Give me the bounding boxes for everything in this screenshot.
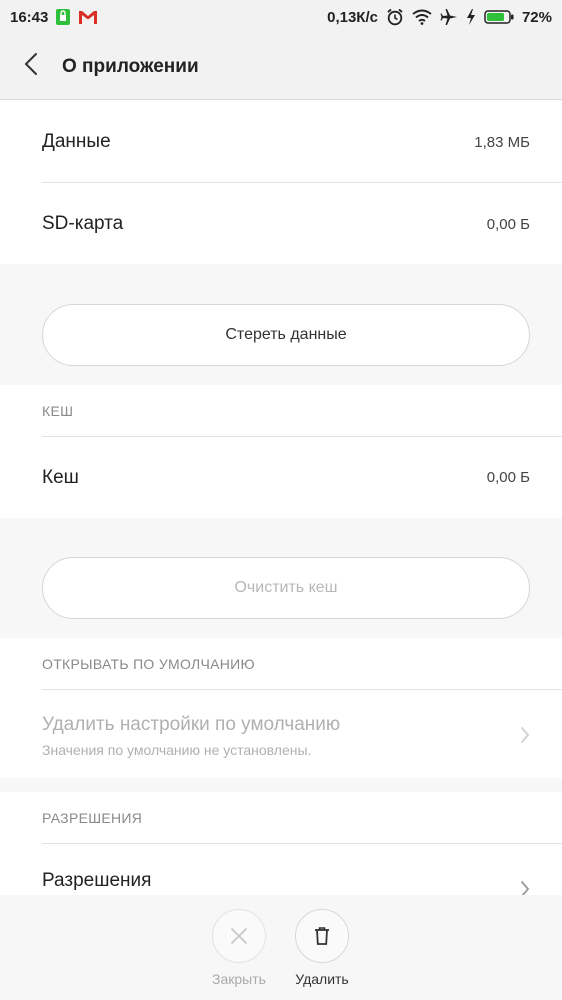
app-header: О приложении [0,34,562,100]
airplane-icon [440,8,458,26]
gmail-icon [78,10,98,25]
defaults-section-title: ОТКРЫВАТЬ ПО УМОЛЧАНИЮ [42,656,255,672]
data-row: Данные 1,83 МБ [42,101,530,183]
storage-section: Данные 1,83 МБ SD-карта 0,00 Б [0,101,562,264]
sd-card-label: SD-карта [42,213,124,234]
cache-value: 0,00 Б [486,469,530,486]
delete-label: Удалить [295,971,349,987]
cache-section-title: КЕШ [42,403,74,419]
cache-label: Кеш [42,466,79,488]
back-button[interactable] [0,34,62,100]
bottom-action-bar: Закрыть Удалить [0,895,562,1000]
permissions-item-title: Разрешения [42,870,152,891]
status-time: 16:43 [10,8,49,26]
battery-percent: 72% [521,8,552,26]
page-title: О приложении [62,55,199,77]
sim-lock-icon [56,9,71,25]
clear-defaults-title: Удалить настройки по умолчанию [42,714,341,735]
clear-defaults-subtitle: Значения по умолчанию не установлены. [42,742,312,758]
clear-defaults-item[interactable]: Удалить настройки по умолчанию Значения … [0,690,562,778]
chevron-right-icon [520,726,530,749]
close-app-button[interactable]: Закрыть [194,909,284,987]
wifi-icon [412,9,432,25]
permissions-section-title: РАЗРЕШЕНИЯ [42,810,143,826]
delete-app-button[interactable]: Удалить [277,909,367,987]
chevron-left-icon [24,52,38,81]
permissions-section: РАЗРЕШЕНИЯ Разрешения [0,792,562,897]
close-label: Закрыть [212,971,266,987]
trash-icon [295,909,349,963]
network-speed: 0,13К/с [327,8,378,26]
data-value: 1,83 МБ [474,133,530,151]
sd-card-row: SD-карта 0,00 Б [42,183,530,265]
charging-icon [466,9,476,25]
open-by-default-section: ОТКРЫВАТЬ ПО УМОЛЧАНИЮ Удалить настройки… [0,638,562,778]
battery-icon [484,9,514,25]
status-bar: 16:43 0,13К/с 72% [0,0,562,34]
cache-row: Кеш 0,00 Б [42,437,530,518]
close-icon [212,909,266,963]
permissions-item[interactable]: Разрешения [0,844,562,897]
clear-data-button[interactable]: Стереть данные [42,304,530,366]
cache-section: КЕШ Кеш 0,00 Б [0,385,562,518]
data-label: Данные [42,131,111,152]
alarm-icon [386,8,404,26]
sd-card-value: 0,00 Б [486,215,530,233]
clear-cache-button[interactable]: Очистить кеш [42,557,530,619]
